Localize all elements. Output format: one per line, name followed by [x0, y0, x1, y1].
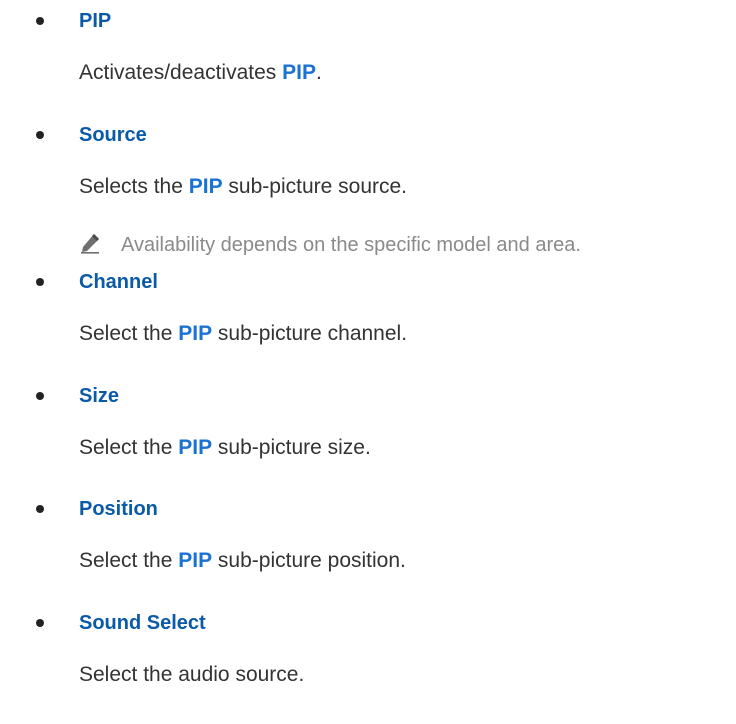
desc-highlight-pip: PIP	[282, 61, 316, 84]
desc-text-before: Select the	[79, 322, 179, 345]
bullet-dot	[36, 278, 44, 286]
pencil-note-icon	[79, 232, 101, 254]
desc-text-after: sub-picture source.	[222, 175, 408, 198]
desc-highlight-pip: PIP	[178, 322, 213, 345]
desc-text-after: sub-picture size.	[212, 436, 371, 459]
bullet-dot	[36, 392, 44, 400]
bullet-dot	[36, 17, 44, 25]
bullet-dot	[36, 131, 44, 139]
bullet-dot	[36, 619, 44, 627]
item-title-channel: Channel	[79, 271, 158, 293]
desc-highlight-pip: PIP	[178, 436, 213, 459]
desc-text-after: .	[315, 61, 322, 84]
desc-text-before: Select the	[79, 436, 179, 459]
desc-text-before: Select the	[79, 549, 179, 572]
item-description-position: Select the PIP sub-picture position.	[79, 548, 406, 574]
item-title-source: Source	[79, 124, 147, 146]
item-title-position: Position	[79, 498, 158, 520]
desc-text-before: Selects the	[79, 175, 189, 198]
item-title-size: Size	[79, 385, 120, 407]
item-description-size: Select the PIP sub-picture size.	[79, 435, 371, 461]
item-title-sound-select: Sound Select	[79, 612, 206, 634]
item-description-channel: Select the PIP sub-picture channel.	[79, 321, 407, 347]
desc-text-before: Activates/deactivates	[79, 61, 283, 84]
desc-highlight-pip: PIP	[178, 549, 213, 572]
item-title-pip: PIP	[79, 10, 112, 32]
desc-text-after: sub-picture channel.	[212, 322, 408, 345]
availability-note: Availability depends on the specific mod…	[79, 232, 581, 257]
desc-text-after: sub-picture position.	[212, 549, 406, 572]
desc-highlight-pip: PIP	[188, 175, 223, 198]
item-description-sound-select: Select the audio source.	[79, 663, 305, 686]
note-text: Availability depends on the specific mod…	[121, 234, 581, 256]
item-description-source: Selects the PIP sub-picture source.	[79, 174, 407, 200]
item-description-pip: Activates/deactivates PIP.	[79, 60, 322, 86]
bullet-dot	[36, 505, 44, 513]
